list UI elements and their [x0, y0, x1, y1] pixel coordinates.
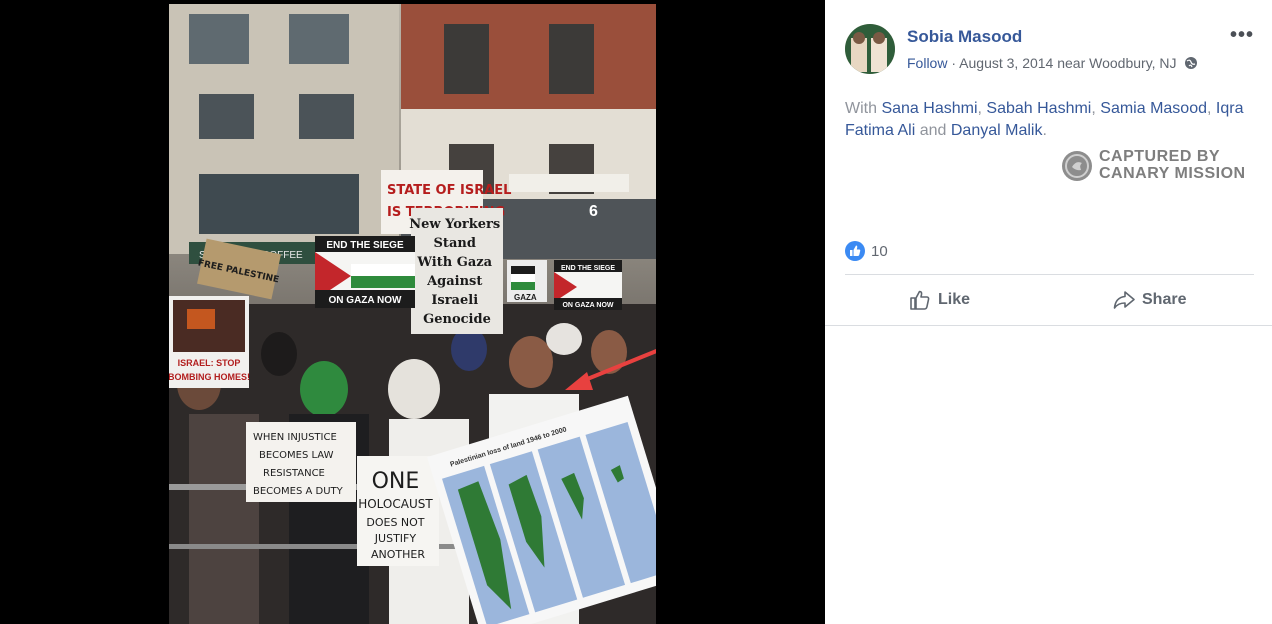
sign-holocaust-line4: JUSTIFY — [374, 532, 417, 545]
globe-icon[interactable] — [1184, 56, 1198, 70]
share-arrow-icon — [1113, 291, 1135, 309]
panel-bottom-divider — [825, 325, 1272, 326]
tagged-person-link[interactable]: Sabah Hashmi — [986, 100, 1091, 117]
protest-photo[interactable]: 6 STARBUCKS COFFEE STATE OF ISRAEL IS TE… — [169, 4, 656, 624]
sign-nyc-line4: Against — [426, 274, 482, 289]
reaction-count[interactable]: 10 — [871, 243, 888, 260]
sign-siege-right-top: END THE SIEGE — [561, 265, 615, 272]
sign-injustice-line3: RESISTANCE — [263, 468, 325, 479]
sign-nyc-line3: With Gaza — [416, 255, 492, 270]
watermark-line2: CANARY MISSION — [1099, 165, 1246, 182]
sign-injustice-line2: BECOMES LAW — [259, 450, 334, 461]
sign-holocaust-line2: HOLOCAUST — [358, 497, 433, 511]
post-side-panel: Sobia Masood Follow · August 3, 2014 nea… — [825, 0, 1272, 624]
sign-siege-left-top: END THE SIEGE — [326, 240, 404, 251]
sign-siege-right-bottom: ON GAZA NOW — [562, 302, 613, 309]
post-date-location[interactable]: August 3, 2014 near Woodbury, NJ — [959, 55, 1176, 71]
tagged-person-link[interactable]: Sana Hashmi — [881, 100, 977, 117]
sign-siege-left-bottom: ON GAZA NOW — [329, 295, 403, 306]
and-word: and — [919, 122, 947, 139]
sign-stop-bombing-line1: ISRAEL: STOP — [178, 358, 241, 368]
tag-comma: , — [1091, 100, 1096, 117]
sign-nyc-line5: Israeli — [431, 293, 478, 308]
like-reaction-icon — [845, 241, 865, 261]
sign-holocaust-line5: ANOTHER — [371, 548, 425, 561]
photo-viewer[interactable]: 6 STARBUCKS COFFEE STATE OF ISRAEL IS TE… — [0, 0, 825, 624]
protest-photo-illustration: 6 STARBUCKS COFFEE STATE OF ISRAEL IS TE… — [169, 4, 656, 624]
sign-stop-bombing-line2: BOMBING HOMES! — [169, 372, 250, 382]
tag-comma: , — [1206, 100, 1212, 117]
more-options-icon[interactable]: ••• — [1230, 25, 1254, 45]
follow-link[interactable]: Follow — [907, 55, 947, 71]
share-button-label: Share — [1142, 291, 1187, 308]
canary-mission-watermark: CAPTURED BY CANARY MISSION — [1062, 148, 1257, 188]
sign-injustice-line4: BECOMES A DUTY — [253, 486, 344, 497]
actions-divider — [845, 274, 1254, 275]
tag-comma: , — [977, 100, 982, 117]
tagged-people: With Sana Hashmi, Sabah Hashmi, Samia Ma… — [845, 98, 1255, 142]
author-avatar[interactable] — [845, 24, 895, 74]
with-prefix: With — [845, 100, 877, 117]
tagged-person-link[interactable]: Samia Masood — [1100, 100, 1207, 117]
canary-logo-icon — [1062, 151, 1092, 181]
sign-holocaust-line1: ONE — [372, 469, 420, 494]
watermark-line1: CAPTURED BY — [1099, 148, 1221, 165]
sign-nyc-line6: Genocide — [423, 312, 491, 327]
meta-separator: · — [951, 55, 957, 71]
like-button-label: Like — [938, 291, 971, 308]
author-name-link[interactable]: Sobia Masood — [907, 27, 1022, 47]
tagged-person-link[interactable]: Danyal Malik — [951, 122, 1043, 139]
sign-holocaust-line3: DOES NOT — [366, 516, 424, 529]
thumbs-up-icon — [910, 290, 930, 310]
sign-state-of-israel-line1: STATE OF ISRAEL — [387, 183, 511, 198]
sign-gaza-flag-label: GAZA — [514, 293, 537, 302]
sign-nyc-line2: Stand — [434, 236, 476, 251]
sign-injustice-line1: WHEN INJUSTICE — [253, 432, 337, 443]
tag-period: . — [1042, 122, 1047, 139]
post-meta: Follow · August 3, 2014 near Woodbury, N… — [907, 55, 1198, 71]
sign-nyc-line1: New Yorkers — [409, 217, 500, 232]
address-number: 6 — [589, 203, 598, 220]
